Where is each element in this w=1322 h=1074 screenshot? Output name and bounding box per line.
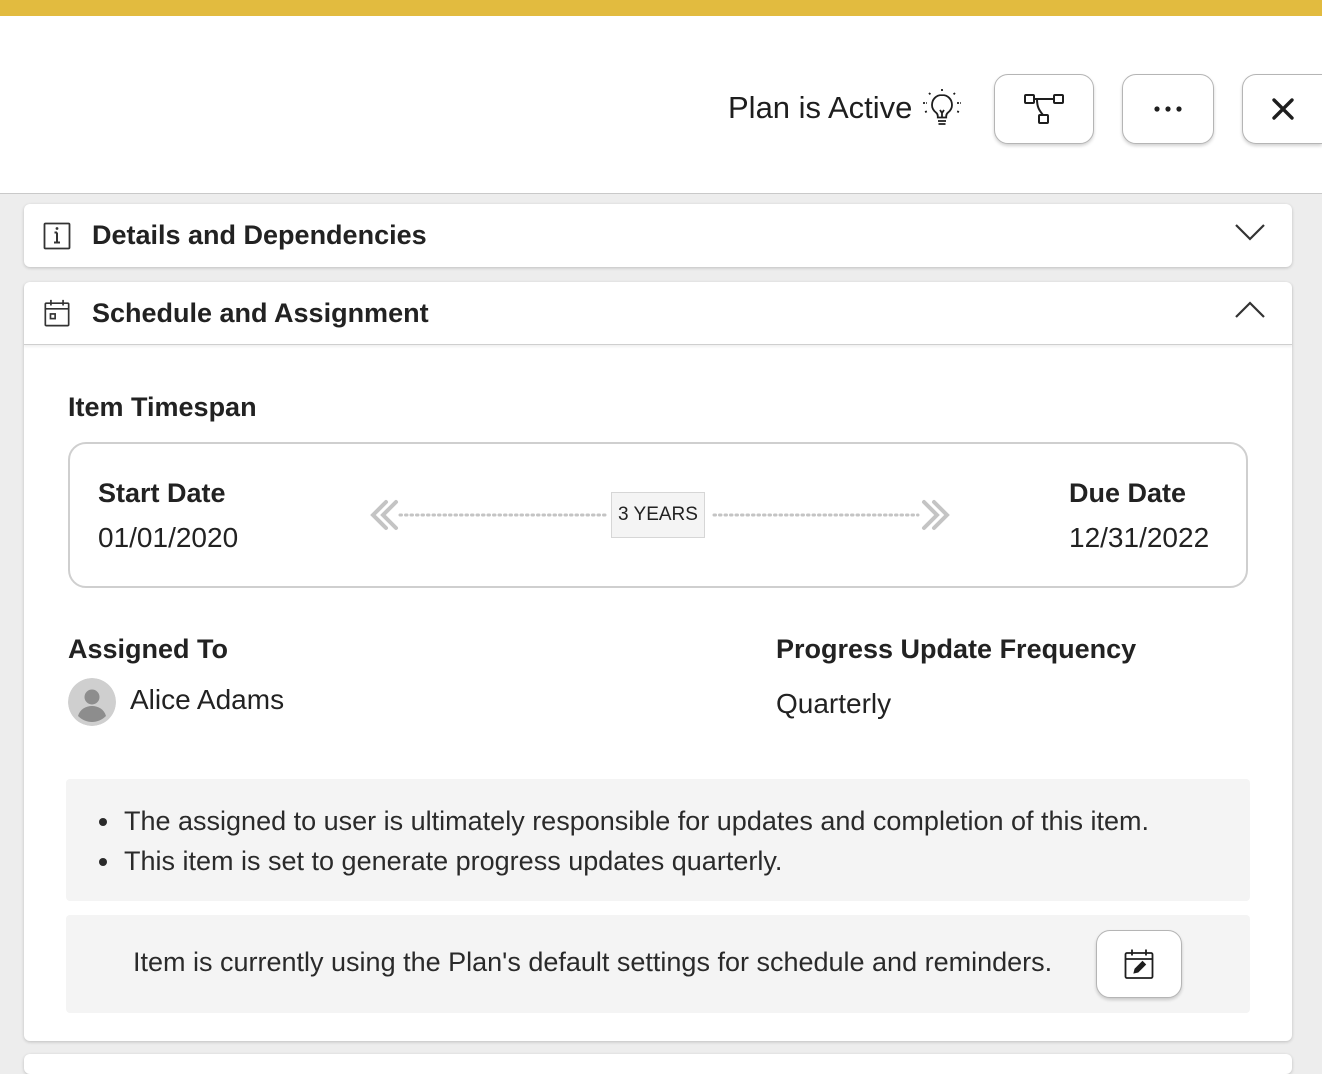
schedule-assignment-header[interactable]: Schedule and Assignment xyxy=(24,282,1292,345)
avatar xyxy=(68,678,116,726)
due-date-value: 12/31/2022 xyxy=(1069,522,1210,553)
default-settings-notice: Item is currently using the Plan's defau… xyxy=(66,915,1250,1013)
note-item: The assigned to user is ultimately respo… xyxy=(122,801,1149,841)
info-icon xyxy=(43,222,71,249)
assigned-to-label: Assigned To xyxy=(68,634,229,664)
plan-status: Plan is Active xyxy=(728,74,964,142)
progress-frequency-label: Progress Update Frequency xyxy=(776,634,1137,664)
close-icon xyxy=(1271,98,1294,120)
chevron-up-icon xyxy=(1235,301,1265,318)
default-settings-text: Item is currently using the Plan's defau… xyxy=(133,947,1053,977)
start-date-label: Start Date xyxy=(98,478,226,508)
details-dependencies-title: Details and Dependencies xyxy=(92,220,427,250)
plan-status-text: Plan is Active xyxy=(728,90,913,125)
chevron-down-icon xyxy=(1235,224,1265,241)
details-dependencies-header[interactable]: Details and Dependencies xyxy=(24,204,1292,267)
note-item: This item is set to generate progress up… xyxy=(122,841,1149,881)
due-date-label: Due Date xyxy=(1069,478,1187,508)
next-panel-edge xyxy=(24,1054,1292,1074)
user-avatar-icon xyxy=(68,678,116,726)
start-date-value: 01/01/2020 xyxy=(98,522,239,553)
close-button[interactable] xyxy=(1242,74,1322,144)
hierarchy-button[interactable] xyxy=(994,74,1094,144)
schedule-assignment-panel: Schedule and Assignment Item Timespan St… xyxy=(24,282,1292,1041)
details-dependencies-panel: Details and Dependencies xyxy=(24,204,1292,267)
assignment-notes: The assigned to user is ultimately respo… xyxy=(66,779,1250,901)
more-options-button[interactable] xyxy=(1122,74,1214,144)
assignee-name: Alice Adams xyxy=(130,684,285,715)
edit-schedule-button[interactable] xyxy=(1096,930,1182,998)
progress-frequency-value: Quarterly xyxy=(776,688,892,719)
hierarchy-icon xyxy=(1024,94,1064,124)
plan-header: Plan is Active xyxy=(0,16,1322,194)
item-timespan-label: Item Timespan xyxy=(68,392,257,422)
schedule-assignment-title: Schedule and Assignment xyxy=(92,297,429,328)
calendar-edit-icon xyxy=(1124,949,1154,979)
accent-bar xyxy=(0,0,1322,16)
calendar-icon xyxy=(44,299,70,327)
timespan-box: Start Date 01/01/2020 3 YEARS Due Date 1… xyxy=(68,442,1248,588)
duration-badge: 3 YEARS xyxy=(611,492,705,538)
lightbulb-icon xyxy=(923,89,962,125)
more-icon xyxy=(1154,106,1182,112)
